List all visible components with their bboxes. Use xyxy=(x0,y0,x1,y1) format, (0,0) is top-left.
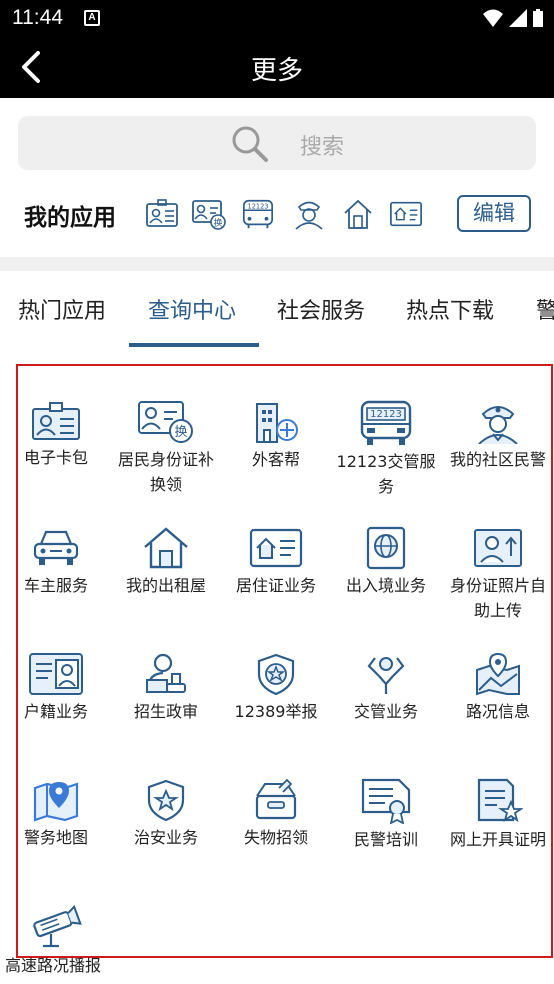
notification-a-icon: A xyxy=(84,10,100,26)
tab-hot-downloads[interactable]: 热点下载 xyxy=(406,293,494,325)
app-12389-report[interactable]: 12389举报 xyxy=(221,652,331,724)
globe-passport-icon xyxy=(366,526,406,570)
highway-camera-icon xyxy=(33,904,82,948)
app-label: 出入境业务 xyxy=(345,576,426,595)
page-title: 更多 xyxy=(250,56,303,86)
app-label: 交管业务 xyxy=(353,702,418,721)
id-renew-icon: 换 xyxy=(138,401,193,443)
active-tab-indicator xyxy=(129,343,259,347)
app-police-training[interactable]: 民警培训 xyxy=(331,778,441,852)
status-time: 11:44 xyxy=(12,6,63,29)
nav-bar: 更多 xyxy=(0,36,554,98)
id-card-icon[interactable] xyxy=(145,198,179,230)
edit-button[interactable]: 编辑 xyxy=(457,195,531,232)
police-map-icon xyxy=(33,782,79,822)
app-police-map[interactable]: 警务地图 xyxy=(1,778,111,850)
svg-text:换: 换 xyxy=(213,217,222,229)
house-icon xyxy=(144,527,188,569)
app-label: 高速路况播报 xyxy=(5,956,102,975)
svg-text:换: 换 xyxy=(174,425,187,440)
document-star-icon xyxy=(477,778,523,823)
app-label: 失物招领 xyxy=(243,828,308,847)
building-icon xyxy=(256,403,298,443)
app-label: 12123交管服务 xyxy=(336,452,436,496)
app-label: 我的社区民警 xyxy=(449,450,546,469)
app-id-photo-upload[interactable]: 身份证照片自助上传 xyxy=(443,526,553,623)
app-residence-permit[interactable]: 居住证业务 xyxy=(221,526,331,598)
svg-text:12123: 12123 xyxy=(247,202,268,210)
app-label: 民警培训 xyxy=(353,830,418,849)
app-household-register[interactable]: 户籍业务 xyxy=(1,652,111,724)
svg-text:12123: 12123 xyxy=(370,409,402,420)
app-label: 我的出租屋 xyxy=(125,576,206,595)
security-shield-icon xyxy=(147,779,185,822)
app-public-security[interactable]: 治安业务 xyxy=(111,778,221,850)
status-bar: 11:44 A xyxy=(0,0,554,36)
bus-12123-icon[interactable]: 12123 xyxy=(241,198,275,230)
app-car-owner[interactable]: 车主服务 xyxy=(1,526,111,598)
app-online-certificate[interactable]: 网上开具证明 xyxy=(443,778,553,852)
shield-star-icon xyxy=(257,653,295,696)
app-community-police[interactable]: 我的社区民警 xyxy=(443,400,553,472)
app-label: 12389举报 xyxy=(234,702,318,721)
app-label: 外客帮 xyxy=(251,450,300,469)
category-tabs: 热门应用 查询中心 社会服务 热点下载 警 xyxy=(0,271,554,351)
residence-card-icon[interactable] xyxy=(389,198,423,230)
lost-box-icon xyxy=(255,778,297,820)
app-label: 户籍业务 xyxy=(23,702,88,721)
app-12123-traffic[interactable]: 12123 12123交管服务 xyxy=(331,400,441,499)
app-traffic-management[interactable]: 交管业务 xyxy=(331,652,441,724)
car-icon xyxy=(33,530,79,565)
status-icons xyxy=(482,8,544,28)
signal-icon xyxy=(509,9,527,27)
app-label: 居民身份证补换领 xyxy=(117,450,214,494)
app-label: 路况信息 xyxy=(465,702,530,721)
app-highway-broadcast[interactable]: 高速路况播报 xyxy=(1,904,111,978)
app-label: 居住证业务 xyxy=(235,576,316,595)
person-stamp-icon xyxy=(146,653,186,693)
app-label: 网上开具证明 xyxy=(449,830,546,849)
tab-query-center[interactable]: 查询中心 xyxy=(148,293,236,325)
app-rental-house[interactable]: 我的出租屋 xyxy=(111,526,221,598)
app-enrollment-review[interactable]: 招生政审 xyxy=(111,652,221,724)
app-label: 治安业务 xyxy=(133,828,198,847)
app-e-card[interactable]: 电子卡包 xyxy=(1,400,111,470)
police-officer-icon xyxy=(478,406,518,444)
photo-upload-icon xyxy=(474,529,522,567)
app-road-info[interactable]: 路况信息 xyxy=(443,652,553,724)
search-placeholder: 搜索 xyxy=(300,135,345,160)
traffic-police-icon xyxy=(367,657,405,694)
app-foreigner-help[interactable]: 外客帮 xyxy=(221,400,331,472)
certificate-icon xyxy=(361,778,411,824)
battery-icon xyxy=(533,9,543,27)
app-label: 身份证照片自助上传 xyxy=(449,576,546,620)
app-label: 车主服务 xyxy=(23,576,88,595)
bus-12123-icon: 12123 xyxy=(360,400,412,445)
tab-social-services[interactable]: 社会服务 xyxy=(277,293,365,325)
residence-card-icon xyxy=(249,528,303,568)
app-label: 电子卡包 xyxy=(23,448,88,467)
map-pin-icon xyxy=(476,652,520,696)
app-label: 警务地图 xyxy=(23,828,88,847)
police-officer-icon[interactable] xyxy=(292,198,326,230)
search-icon xyxy=(232,126,268,162)
app-lost-and-found[interactable]: 失物招领 xyxy=(221,778,331,850)
wifi-icon xyxy=(483,9,503,27)
search-input[interactable]: 搜索 xyxy=(18,116,536,170)
house-icon[interactable] xyxy=(341,198,375,230)
tab-police[interactable]: 警 xyxy=(536,293,554,325)
my-apps-title: 我的应用 xyxy=(24,205,116,231)
id-card-icon xyxy=(32,402,80,440)
app-label: 招生政审 xyxy=(133,702,198,721)
section-divider xyxy=(0,257,554,271)
tab-hot-apps[interactable]: 热门应用 xyxy=(18,293,106,325)
id-renew-icon[interactable]: 换 xyxy=(192,198,226,230)
app-id-renewal[interactable]: 换 居民身份证补换领 xyxy=(111,400,221,497)
household-register-icon xyxy=(29,653,83,695)
app-exit-entry[interactable]: 出入境业务 xyxy=(331,526,441,598)
